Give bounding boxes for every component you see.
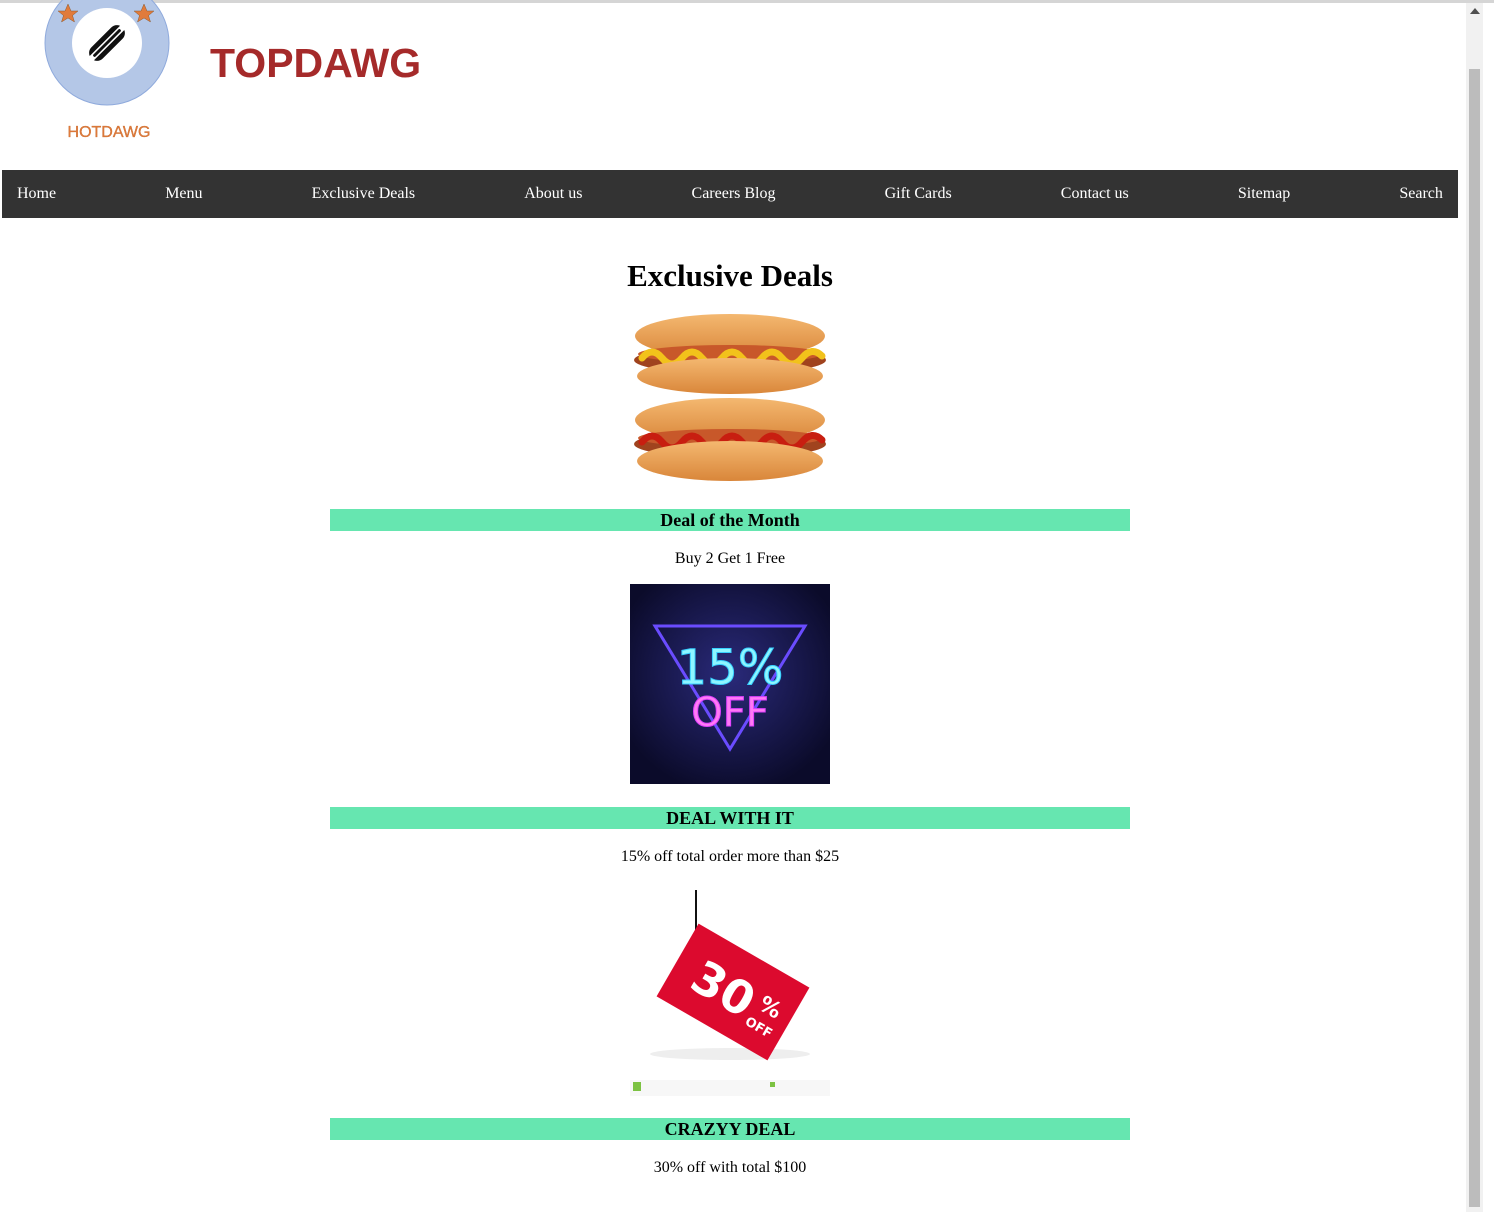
scroll-thumb[interactable] [1469,69,1480,1207]
neon-15-text: 15% [677,640,784,696]
nav-search[interactable]: Search [1399,185,1443,203]
price-tag-image: 30 % OFF [630,890,830,1096]
logo-text: HOTDAWG [68,124,151,141]
deal-description-3: 30% off with total $100 [653,1159,807,1176]
deal-heading-3: CRAZYY DEAL [330,1118,1130,1140]
neon-sign-image: 15% OFF [630,584,830,784]
vertical-scrollbar[interactable] [1466,3,1483,1212]
site-title: TOPDAWG [210,40,422,86]
nav-menu[interactable]: Menu [165,185,202,203]
nav-about-us[interactable]: About us [524,185,582,203]
nav-gift-cards[interactable]: Gift Cards [885,185,952,203]
scroll-up-icon[interactable] [1470,8,1480,14]
window-top-border [0,0,1494,3]
main-nav: Home Menu Exclusive Deals About us Caree… [2,170,1458,218]
deal-heading-1: Deal of the Month [330,509,1130,531]
nav-contact-us[interactable]: Contact us [1061,185,1129,203]
page-title: Exclusive Deals [627,258,833,293]
nav-home[interactable]: Home [17,185,56,203]
hotdogs-image [630,298,830,488]
nav-exclusive-deals[interactable]: Exclusive Deals [312,185,416,203]
hotdawg-logo[interactable]: HOTDAWG [30,0,190,150]
deal-heading-2: DEAL WITH IT [330,807,1130,829]
deal-description-1: Buy 2 Get 1 Free [674,550,786,567]
nav-careers-blog[interactable]: Careers Blog [692,185,776,203]
deal-description-2: 15% off total order more than $25 [620,848,840,865]
neon-off-text: OFF [691,690,769,736]
nav-sitemap[interactable]: Sitemap [1238,185,1290,203]
